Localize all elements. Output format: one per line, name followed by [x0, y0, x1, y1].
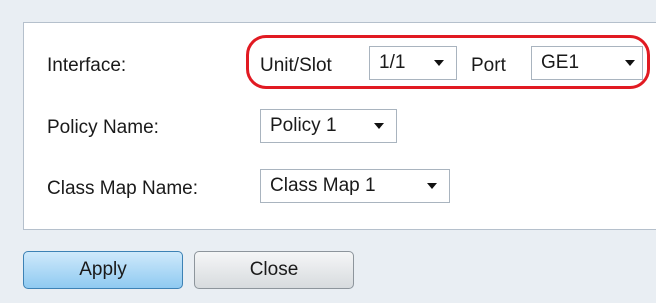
class-map-name-value: Class Map 1 — [270, 175, 376, 196]
chevron-down-icon — [374, 123, 384, 129]
policy-name-select[interactable]: Policy 1 — [260, 109, 397, 143]
interface-label: Interface: — [47, 55, 127, 76]
highlight-outline — [246, 35, 650, 89]
policy-name-value: Policy 1 — [270, 115, 337, 136]
policy-name-label: Policy Name: — [47, 117, 159, 138]
class-map-name-label: Class Map Name: — [47, 178, 198, 199]
apply-button[interactable]: Apply — [23, 251, 183, 289]
class-map-name-select[interactable]: Class Map 1 — [260, 169, 450, 203]
close-button[interactable]: Close — [194, 251, 354, 289]
chevron-down-icon — [427, 183, 437, 189]
